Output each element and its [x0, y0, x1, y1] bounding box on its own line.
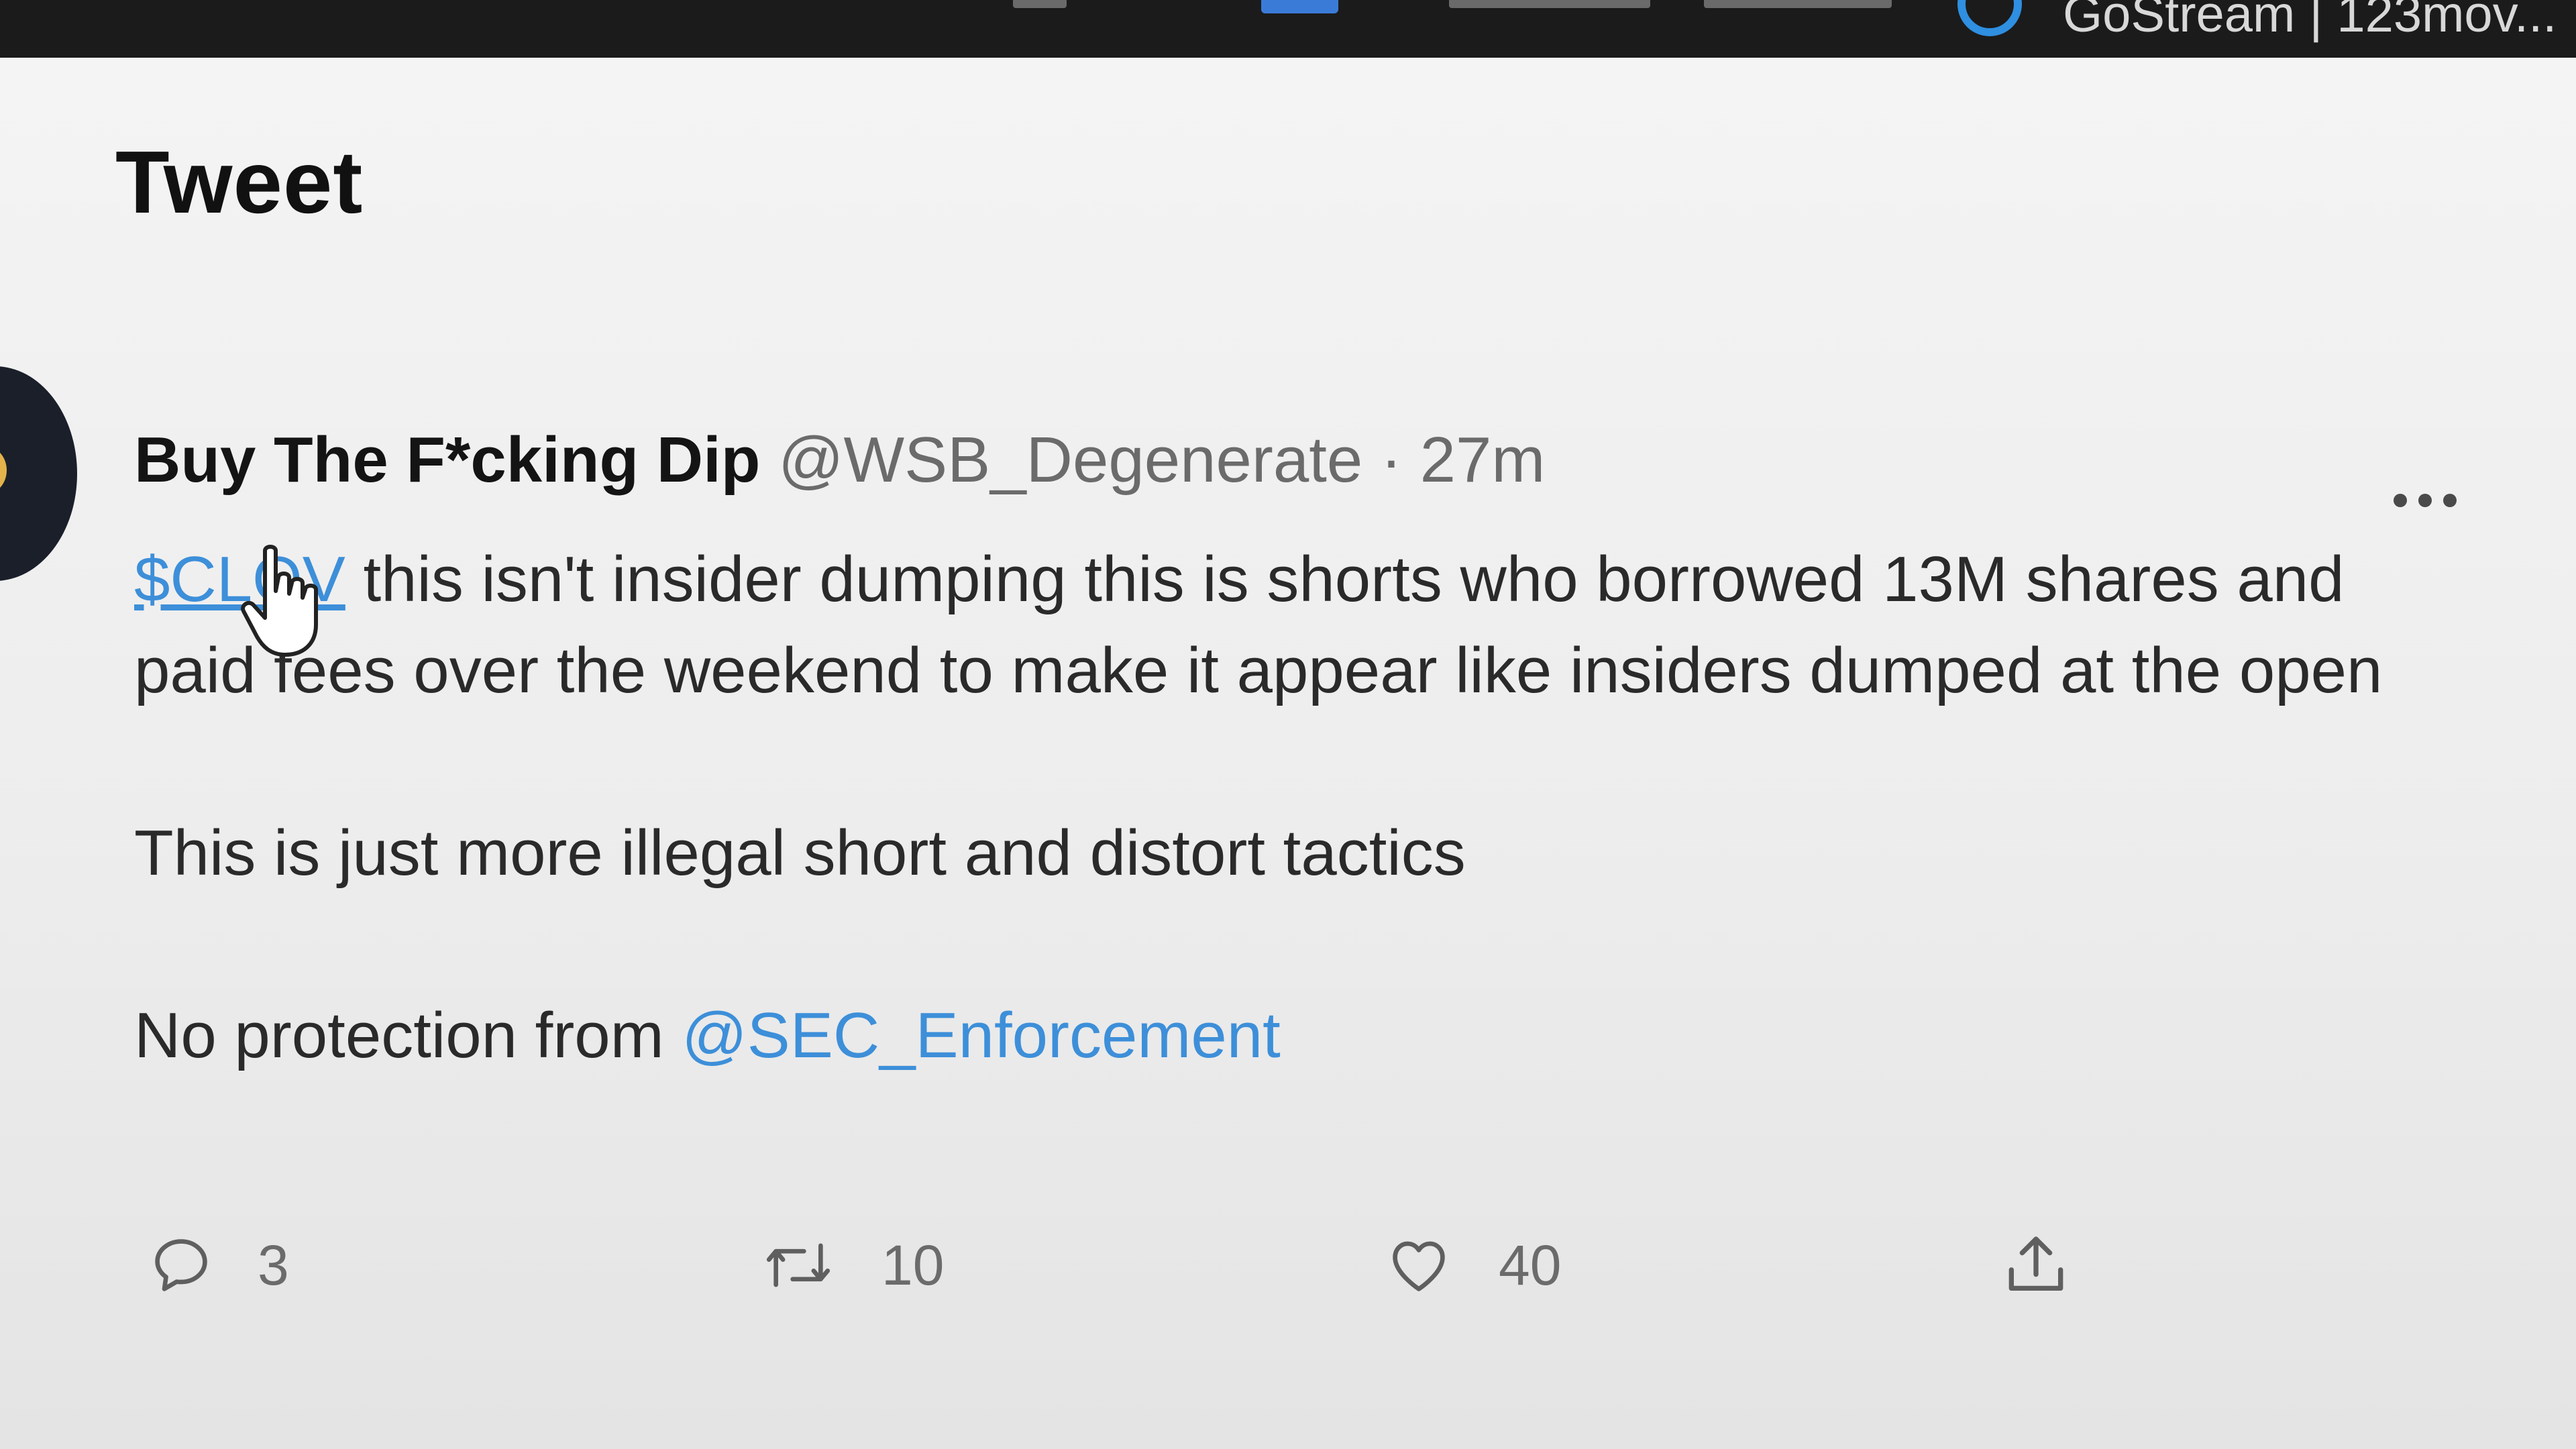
- browser-tab-icon: [1957, 0, 2022, 36]
- browser-bookmarks-bar: GoStream | 123mov...: [0, 0, 2576, 62]
- avatar-image: [0, 447, 7, 494]
- tweet-text: $CLOV this isn't insider dumping this is…: [134, 534, 2455, 1081]
- tweet-page: Tweet Buy The F*cking Dip @WSB_Degenerat…: [0, 58, 2576, 1449]
- like-button[interactable]: 40: [1382, 1225, 1561, 1305]
- tweet-line-3-prefix: No protection from: [134, 1000, 682, 1071]
- bookmark-fragment[interactable]: [1704, 0, 1892, 8]
- tweet-paragraph-2: This is just more illegal short and dist…: [134, 817, 1466, 889]
- retweet-button[interactable]: 10: [758, 1225, 944, 1305]
- share-button[interactable]: [1999, 1225, 2073, 1305]
- more-icon[interactable]: [2388, 487, 2462, 514]
- retweet-count: 10: [881, 1233, 945, 1297]
- avatar[interactable]: [0, 366, 77, 581]
- tweet-line-1: this isn't insider dumping this is short…: [134, 543, 2383, 706]
- author-name[interactable]: Buy The F*cking Dip: [134, 424, 760, 496]
- retweet-icon: [766, 1243, 830, 1287]
- bookmark-gostream[interactable]: GoStream | 123mov...: [2063, 0, 2557, 44]
- header-separator: ·: [1380, 424, 1402, 496]
- like-icon: [1393, 1241, 1445, 1291]
- like-count: 40: [1499, 1233, 1562, 1297]
- bookmark-fragment-blue[interactable]: [1261, 0, 1338, 13]
- bookmark-fragment[interactable]: [1013, 0, 1067, 8]
- hand-cursor-icon: [241, 545, 318, 657]
- reply-icon: [155, 1239, 207, 1291]
- reply-button[interactable]: 3: [148, 1225, 289, 1305]
- tweet-timestamp[interactable]: 27m: [1420, 424, 1546, 496]
- share-icon: [2008, 1236, 2063, 1291]
- mention-link[interactable]: @SEC_Enforcement: [682, 1000, 1281, 1071]
- tweet-paragraph-1: $CLOV this isn't insider dumping this is…: [134, 534, 2455, 716]
- bookmark-fragment[interactable]: [1449, 0, 1650, 8]
- reply-count: 3: [258, 1233, 289, 1297]
- tweet-paragraph-3: No protection from @SEC_Enforcement: [134, 990, 2455, 1081]
- tweet-actions: 3 10 40: [134, 1225, 2147, 1305]
- tweet-header: Buy The F*cking Dip @WSB_Degenerate · 27…: [134, 423, 1545, 497]
- page-title: Tweet: [115, 133, 364, 231]
- author-handle[interactable]: @WSB_Degenerate: [778, 424, 1362, 496]
